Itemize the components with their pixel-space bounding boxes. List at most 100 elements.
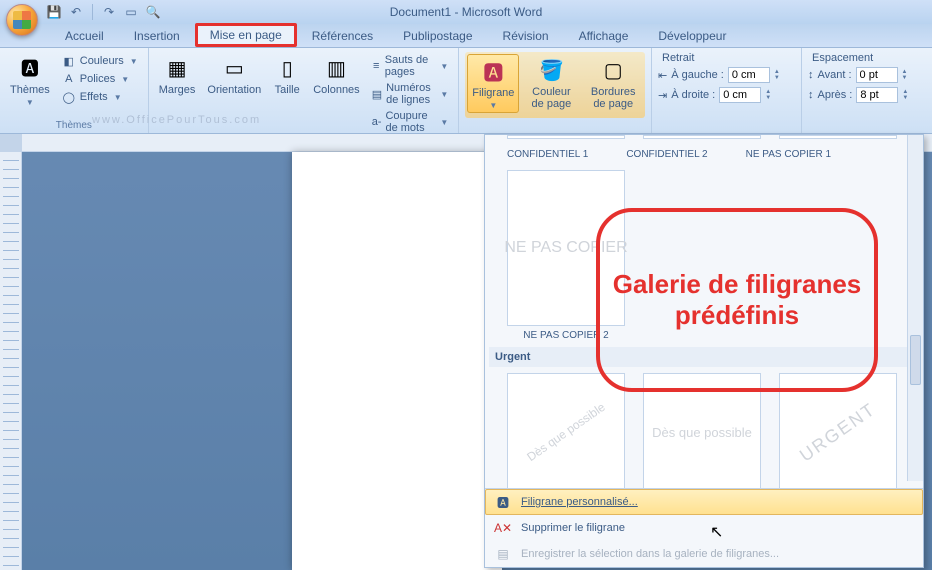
gallery-section-urgent: Urgent [489, 347, 919, 367]
group-indent: Retrait ⇤À gauche :▲▼ ⇥À droite :▲▼ [652, 48, 802, 133]
quick-access-toolbar: 💾 ↶ ↷ ▭ 🔍 [46, 4, 161, 20]
fonts-icon: A [62, 72, 76, 86]
columns-icon: ▥ [322, 54, 350, 82]
page-color-button[interactable]: 🪣Couleur de page [523, 54, 579, 112]
watermark-thumb[interactable] [507, 135, 625, 139]
thumb-label: CONFIDENTIEL 1 [507, 149, 588, 160]
watermark-thumb-dqp-diag[interactable]: Dès que possible [507, 373, 625, 488]
new-doc-icon[interactable]: ▭ [123, 4, 139, 20]
menu-save-to-gallery: ▤Enregistrer la sélection dans la galeri… [485, 541, 923, 567]
document-page[interactable] [292, 152, 502, 570]
spin-buttons[interactable]: ▲▼ [765, 89, 771, 101]
indent-left-icon: ⇤ [658, 69, 667, 82]
group-spacing: Espacement ↕Avant :▲▼ ↕Après :▲▼ [802, 48, 932, 133]
tab-accueil[interactable]: Accueil [50, 24, 119, 47]
page-color-icon: 🪣 [537, 56, 565, 84]
chevron-down-icon: ▼ [114, 93, 122, 102]
tab-insertion[interactable]: Insertion [119, 24, 195, 47]
effects-icon: ◯ [62, 90, 76, 104]
breaks-icon: ≡ [372, 59, 381, 73]
save-icon[interactable]: 💾 [46, 4, 62, 20]
line-numbers-icon: ▤ [372, 87, 382, 101]
spacing-before-icon: ↕ [808, 69, 814, 81]
watermark-thumb[interactable] [779, 135, 897, 139]
print-preview-icon[interactable]: 🔍 [145, 4, 161, 20]
thumb-label: NE PAS COPIER 2 [507, 330, 625, 341]
watermark-thumb-dqp-horiz[interactable]: Dès que possible [643, 373, 761, 488]
line-numbers-button[interactable]: ▤Numéros de lignes▼ [368, 80, 453, 108]
indent-right-input[interactable] [719, 87, 761, 103]
colors-icon: ◧ [62, 54, 76, 68]
size-icon: ▯ [273, 54, 301, 82]
indent-left-spinner[interactable]: ⇤À gauche :▲▼ [658, 66, 780, 84]
chevron-down-icon: ▼ [440, 118, 448, 127]
chevron-down-icon: ▼ [121, 75, 129, 84]
watermark-gallery-panel: CONFIDENTIEL 1 CONFIDENTIEL 2 NE PAS COP… [484, 134, 924, 568]
themes-button[interactable]: 🅰 Thèmes ▼ [6, 52, 54, 109]
spacing-after-icon: ↕ [808, 89, 814, 101]
remove-watermark-icon: A✕ [495, 520, 511, 536]
spacing-after-input[interactable] [856, 87, 898, 103]
chevron-down-icon: ▼ [26, 98, 34, 107]
watermark-thumb-npc2[interactable]: NE PAS COPIER [507, 170, 625, 326]
menu-remove-watermark[interactable]: A✕Supprimer le filigrane [485, 515, 923, 541]
gallery-scrollbar[interactable] [907, 135, 923, 481]
tab-references[interactable]: Références [297, 24, 388, 47]
menu-custom-watermark[interactable]: 🅰Filigrane personnalisé... [485, 489, 923, 515]
columns-button[interactable]: ▥Colonnes [309, 52, 363, 98]
chevron-down-icon: ▼ [440, 90, 448, 99]
theme-effects-button[interactable]: ◯Effets▼ [58, 88, 142, 106]
window-title: Document1 - Microsoft Word [390, 5, 543, 19]
chevron-down-icon: ▼ [440, 62, 448, 71]
indent-left-input[interactable] [728, 67, 770, 83]
margins-button[interactable]: ▦Marges [155, 52, 200, 98]
redo-icon[interactable]: ↷ [101, 4, 117, 20]
group-title: Espacement [808, 52, 877, 64]
themes-icon: 🅰 [16, 54, 44, 82]
watermark-button[interactable]: 🅰Filigrane▼ [467, 54, 519, 113]
title-bar: 💾 ↶ ↷ ▭ 🔍 Document1 - Microsoft Word [0, 0, 932, 24]
spin-buttons[interactable]: ▲▼ [902, 69, 908, 81]
office-button[interactable] [6, 4, 38, 36]
chevron-down-icon: ▼ [489, 101, 497, 110]
chevron-down-icon: ▼ [130, 57, 138, 66]
orientation-icon: ▭ [220, 54, 248, 82]
size-button[interactable]: ▯Taille [269, 52, 305, 98]
indent-right-spinner[interactable]: ⇥À droite :▲▼ [658, 86, 771, 104]
spin-buttons[interactable]: ▲▼ [902, 89, 908, 101]
page-borders-icon: ▢ [599, 56, 627, 84]
spacing-before-input[interactable] [856, 67, 898, 83]
thumb-label: NE PAS COPIER 1 [746, 149, 831, 160]
overlay-url: www.OfficePourTous.com [92, 114, 261, 126]
scrollbar-thumb[interactable] [910, 335, 921, 385]
watermark-thumb[interactable] [643, 135, 761, 139]
ribbon-tabs: Accueil Insertion Mise en page Référence… [0, 24, 932, 48]
hyphenation-button[interactable]: a-Coupure de mots▼ [368, 108, 453, 136]
spacing-before-spinner[interactable]: ↕Avant :▲▼ [808, 66, 908, 84]
margins-icon: ▦ [163, 54, 191, 82]
theme-colors-button[interactable]: ◧Couleurs▼ [58, 52, 142, 70]
vertical-ruler[interactable] [0, 134, 22, 570]
save-gallery-icon: ▤ [495, 546, 511, 562]
orientation-button[interactable]: ▭Orientation [203, 52, 265, 98]
spin-buttons[interactable]: ▲▼ [774, 69, 780, 81]
tab-affichage[interactable]: Affichage [564, 24, 644, 47]
spacing-after-spinner[interactable]: ↕Après :▲▼ [808, 86, 908, 104]
tab-mise-en-page[interactable]: Mise en page [195, 23, 297, 47]
watermark-thumb-urgent[interactable]: URGENT [779, 373, 897, 488]
tab-publipostage[interactable]: Publipostage [388, 24, 487, 47]
group-label [465, 118, 645, 133]
undo-icon[interactable]: ↶ [68, 4, 84, 20]
qat-separator [92, 4, 93, 20]
breaks-button[interactable]: ≡Sauts de pages▼ [368, 52, 453, 80]
page-borders-button[interactable]: ▢Bordures de page [583, 54, 643, 112]
tab-developpeur[interactable]: Développeur [643, 24, 741, 47]
group-title: Retrait [658, 52, 698, 64]
watermark-icon: 🅰 [479, 57, 507, 85]
theme-fonts-button[interactable]: APolices▼ [58, 70, 142, 88]
group-page-background: 🅰Filigrane▼ 🪣Couleur de page ▢Bordures d… [459, 48, 652, 133]
indent-right-icon: ⇥ [658, 89, 667, 102]
tab-revision[interactable]: Révision [488, 24, 564, 47]
custom-watermark-icon: 🅰 [495, 494, 511, 510]
watermark-menu: 🅰Filigrane personnalisé... A✕Supprimer l… [485, 488, 923, 567]
